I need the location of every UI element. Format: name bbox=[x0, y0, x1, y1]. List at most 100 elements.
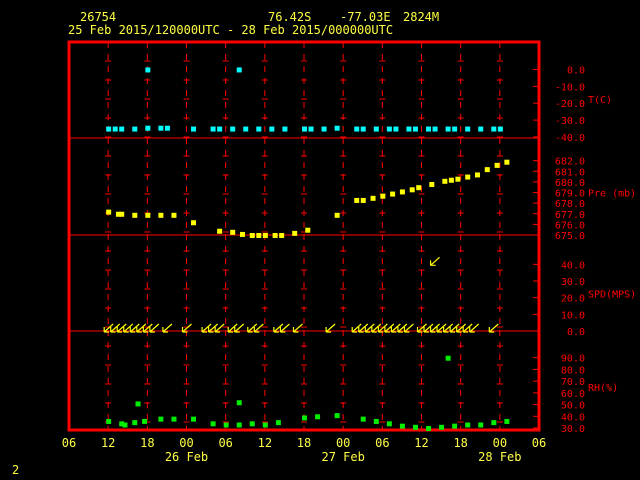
rh-point bbox=[191, 416, 197, 422]
rh-point bbox=[122, 422, 128, 428]
rh-point bbox=[399, 423, 405, 429]
temperature-point bbox=[230, 126, 236, 132]
temperature-point bbox=[321, 126, 327, 132]
x-tick-label: 06 bbox=[62, 436, 76, 450]
rh-point bbox=[262, 422, 268, 428]
temperature-point bbox=[164, 125, 170, 131]
rh-y-tick-label: 40.0 bbox=[561, 412, 585, 423]
rh-point bbox=[142, 418, 148, 424]
pressure-point bbox=[272, 233, 278, 238]
pressure-y-tick-label: 680.0 bbox=[555, 178, 585, 189]
rh-y-tick-label: 90.0 bbox=[561, 354, 585, 365]
temperature-point bbox=[191, 126, 197, 132]
meteogram-chart: 06 12 18 00 06 12 18 00 06 12 18 00 06 26 Feb 27 Feb 28… bbox=[62, 40, 636, 464]
x-tick-label: 06 bbox=[532, 436, 546, 450]
x-tick-label: 18 bbox=[453, 436, 467, 450]
pressure-point bbox=[239, 231, 245, 237]
x-tick-label: 00 bbox=[179, 436, 193, 450]
pressure-point bbox=[256, 233, 262, 238]
x-tick-label: 18 bbox=[297, 436, 311, 450]
temperature-point bbox=[308, 126, 314, 132]
rh-point bbox=[315, 414, 321, 420]
pressure-point bbox=[334, 212, 340, 218]
x-tick-label: 06 bbox=[218, 436, 232, 450]
temperature-point bbox=[497, 126, 503, 132]
x-tick-label: 06 bbox=[375, 436, 389, 450]
rh-point bbox=[412, 424, 418, 430]
temperature-point bbox=[119, 126, 125, 132]
pressure-point bbox=[360, 197, 366, 203]
rh-point bbox=[465, 422, 471, 428]
wind-y-tick-label: 40.0 bbox=[561, 260, 585, 271]
rh-point bbox=[452, 423, 458, 429]
rh-y-tick-label: 30.0 bbox=[561, 424, 585, 435]
pressure-point bbox=[171, 212, 177, 218]
pressure-point bbox=[249, 233, 255, 238]
temperature-point bbox=[452, 126, 458, 132]
temperature-point bbox=[132, 126, 138, 132]
x-date-label: 27 Feb bbox=[321, 450, 364, 464]
wind-label: SPD(MPS) bbox=[588, 290, 636, 301]
temperature-y-tick-label: -10.0 bbox=[555, 82, 585, 93]
temperature-point bbox=[145, 125, 151, 131]
wind-y-tick-label: 30.0 bbox=[561, 277, 585, 288]
rh-point bbox=[373, 418, 379, 424]
pressure-point bbox=[230, 229, 236, 235]
rh-point bbox=[334, 413, 340, 419]
temperature-point bbox=[354, 126, 360, 132]
temperature-point bbox=[393, 126, 399, 132]
temperature-point bbox=[217, 126, 223, 132]
temperature-point bbox=[256, 126, 262, 132]
temperature-point bbox=[106, 126, 112, 132]
pressure-label: Pre (mb) bbox=[588, 189, 636, 200]
pressure-point bbox=[494, 162, 500, 168]
pressure-y-tick-label: 682.0 bbox=[555, 157, 585, 168]
x-tick-label: 12 bbox=[414, 436, 428, 450]
x-date-label: 28 Feb bbox=[478, 450, 521, 464]
pressure-point bbox=[217, 228, 223, 234]
rh-y-tick-label: 60.0 bbox=[561, 389, 585, 400]
rh-point bbox=[275, 420, 281, 426]
x-tick-label: 12 bbox=[258, 436, 272, 450]
rh-point bbox=[302, 415, 307, 421]
temperature-point bbox=[478, 126, 484, 132]
wind-y-tick-label: 0.0 bbox=[567, 327, 585, 338]
pressure-point bbox=[409, 187, 415, 193]
pressure-point bbox=[442, 178, 448, 184]
rh-point bbox=[504, 418, 510, 424]
pressure-point bbox=[465, 174, 471, 180]
temperature-point bbox=[243, 126, 249, 132]
temperature-point bbox=[465, 126, 471, 132]
wind-barb bbox=[429, 256, 440, 266]
temperature-point bbox=[432, 126, 438, 132]
wind-y-tick-label: 20.0 bbox=[561, 294, 585, 305]
pressure-point bbox=[474, 172, 480, 178]
rh-point bbox=[236, 422, 242, 428]
rh-y-tick-label: 80.0 bbox=[561, 365, 585, 376]
pressure-point bbox=[399, 189, 405, 195]
pressure-point bbox=[132, 212, 138, 218]
pressure-point bbox=[455, 176, 461, 182]
rh-point bbox=[249, 421, 255, 427]
pressure-point bbox=[390, 191, 396, 197]
temperature-y-tick-label: 0.0 bbox=[567, 65, 585, 76]
rh-point bbox=[171, 416, 177, 422]
x-tick-label: 12 bbox=[101, 436, 115, 450]
temperature-point bbox=[373, 126, 379, 132]
temperature-point bbox=[302, 126, 307, 132]
temperature-point bbox=[334, 125, 340, 131]
pressure-point bbox=[354, 197, 360, 203]
rh-point bbox=[132, 420, 138, 426]
temperature-point bbox=[360, 126, 366, 132]
temperature-point bbox=[445, 126, 451, 132]
rh-label: RH(%) bbox=[588, 383, 618, 394]
temperature-y-tick-label: -40.0 bbox=[555, 133, 585, 144]
temperature-point bbox=[236, 67, 242, 73]
x-tick-label: 18 bbox=[140, 436, 154, 450]
pressure-point bbox=[279, 233, 285, 238]
rh-point bbox=[210, 421, 216, 427]
rh-point bbox=[491, 420, 497, 426]
temperature-point bbox=[145, 67, 151, 73]
pressure-point bbox=[484, 167, 490, 173]
pressure-point bbox=[370, 195, 376, 201]
